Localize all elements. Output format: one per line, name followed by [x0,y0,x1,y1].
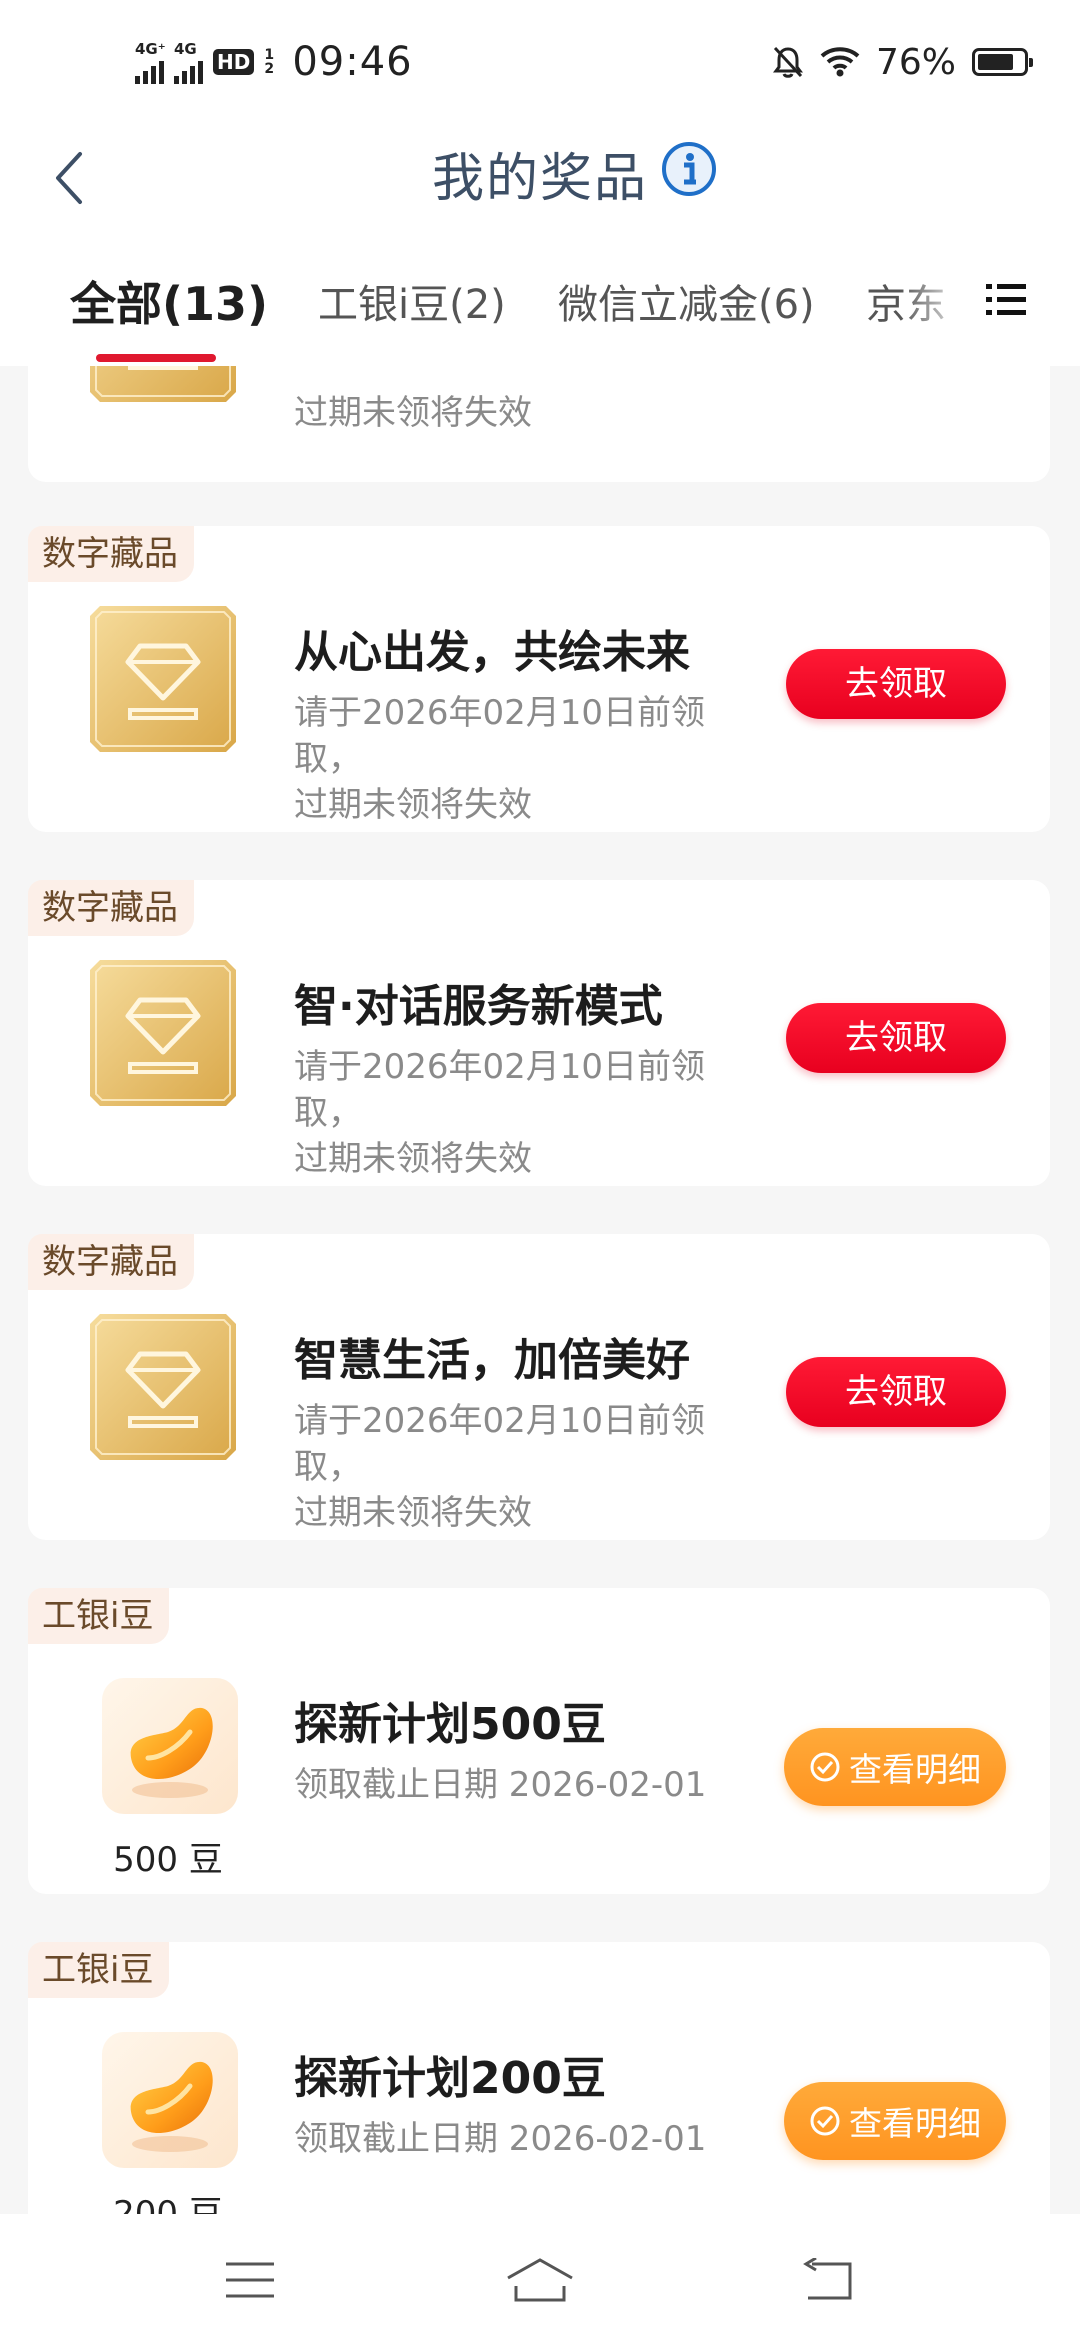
prize-card-partial: 过期未领将失效 [28,366,1050,482]
battery-percent: 76% [875,41,956,83]
view-detail-button[interactable]: 查看明细 [784,2082,1006,2160]
status-time: 09:46 [292,39,413,85]
app-header: 我的奖品 [0,120,1080,238]
back-icon [803,2258,852,2300]
prize-type-badge: 数字藏品 [28,526,194,582]
battery-icon [972,48,1033,76]
wifi-icon [820,47,860,77]
collectible-icon [90,366,236,402]
prize-card: 数字藏品 智慧生活，加倍美好 请于2026年02月10日前领取， 过期未领将失效… [28,1234,1050,1540]
prize-tabs: 全部(13) 工银i豆(2) 微信立减金(6) 京东 [0,238,1080,366]
prize-title: 智慧生活，加倍美好 [294,1335,690,1386]
prize-desc: 请于2026年02月10日前领取， 过期未领将失效 [294,1047,706,1179]
prize-type-badge: 数字藏品 [28,880,194,936]
menu-icon [226,2262,274,2298]
check-circle-icon [810,2106,840,2136]
prize-card: 数字藏品 智·对话服务新模式 请于2026年02月10日前领取， 过期未领将失效… [28,880,1050,1186]
prize-desc: 请于2026年02月10日前领取， 过期未领将失效 [294,1401,706,1533]
active-tab-indicator [96,354,216,362]
collectible-icon [90,960,236,1106]
prize-list[interactable]: 过期未领将失效 数字藏品 从心出发，共绘未来 请于2026年02月10日前领取，… [0,366,1080,2214]
prize-title: 从心出发，共绘未来 [294,627,690,678]
prize-desc: 过期未领将失效 [294,393,532,433]
status-bar: 4G⁺ 4G HD 1 2 09:46 76% [0,0,1080,120]
prize-card: 工银i豆 200 豆 探新计划200豆 领取截止日期 2026-02-01 查看… [28,1942,1050,2214]
claim-button[interactable]: 去领取 [786,1003,1006,1073]
collectible-icon [90,606,236,752]
claim-button[interactable]: 去领取 [786,1357,1006,1427]
nav-menu-button[interactable] [200,2250,300,2310]
prize-desc: 领取截止日期 2026-02-01 [294,2119,707,2159]
signal-4g-plus-icon: 4G⁺ [135,40,166,84]
prize-desc: 请于2026年02月10日前领取， 过期未领将失效 [294,693,706,825]
home-icon [507,2258,573,2302]
prize-title: 探新计划500豆 [294,1699,606,1750]
prize-title: 智·对话服务新模式 [294,981,663,1032]
signal-4g-icon: 4G [174,40,203,84]
tab-icbc-beans[interactable]: 工银i豆(2) [318,272,506,330]
prize-card: 工银i豆 500 豆 探新计划500豆 领取截止日期 2026-02-01 查看… [28,1588,1050,1894]
prize-type-badge: 工银i豆 [28,1942,170,1998]
hd-voice-icon: HD [213,49,255,75]
bean-icon [102,2032,238,2168]
prize-title: 探新计划200豆 [294,2053,606,2104]
check-circle-icon [810,1752,840,1782]
info-button[interactable] [660,140,718,198]
page-title: 我的奖品 [431,149,648,209]
bean-icon [102,1678,238,1814]
prize-type-badge: 工银i豆 [28,1588,170,1644]
bean-amount: 200 豆 [113,2194,223,2214]
tab-all[interactable]: 全部(13) [70,268,268,334]
prize-card: 数字藏品 从心出发，共绘未来 请于2026年02月10日前领取， 过期未领将失效… [28,526,1050,832]
claim-button[interactable]: 去领取 [786,649,1006,719]
view-detail-button[interactable]: 查看明细 [784,1728,1006,1806]
nav-back-button[interactable] [778,2250,878,2310]
hd-sim-label: 1 2 [264,47,275,77]
system-nav-bar [0,2214,1080,2340]
list-menu-icon [986,284,1026,315]
collectible-icon [90,1314,236,1460]
tabs-menu-button[interactable] [984,278,1036,326]
nav-home-button[interactable] [490,2250,590,2310]
tab-wechat-coupon[interactable]: 微信立减金(6) [558,272,815,330]
prize-desc: 领取截止日期 2026-02-01 [294,1765,707,1805]
prize-type-badge: 数字藏品 [28,1234,194,1290]
info-icon [662,142,716,196]
mute-bell-icon [772,46,803,78]
bean-amount: 500 豆 [113,1840,223,1880]
